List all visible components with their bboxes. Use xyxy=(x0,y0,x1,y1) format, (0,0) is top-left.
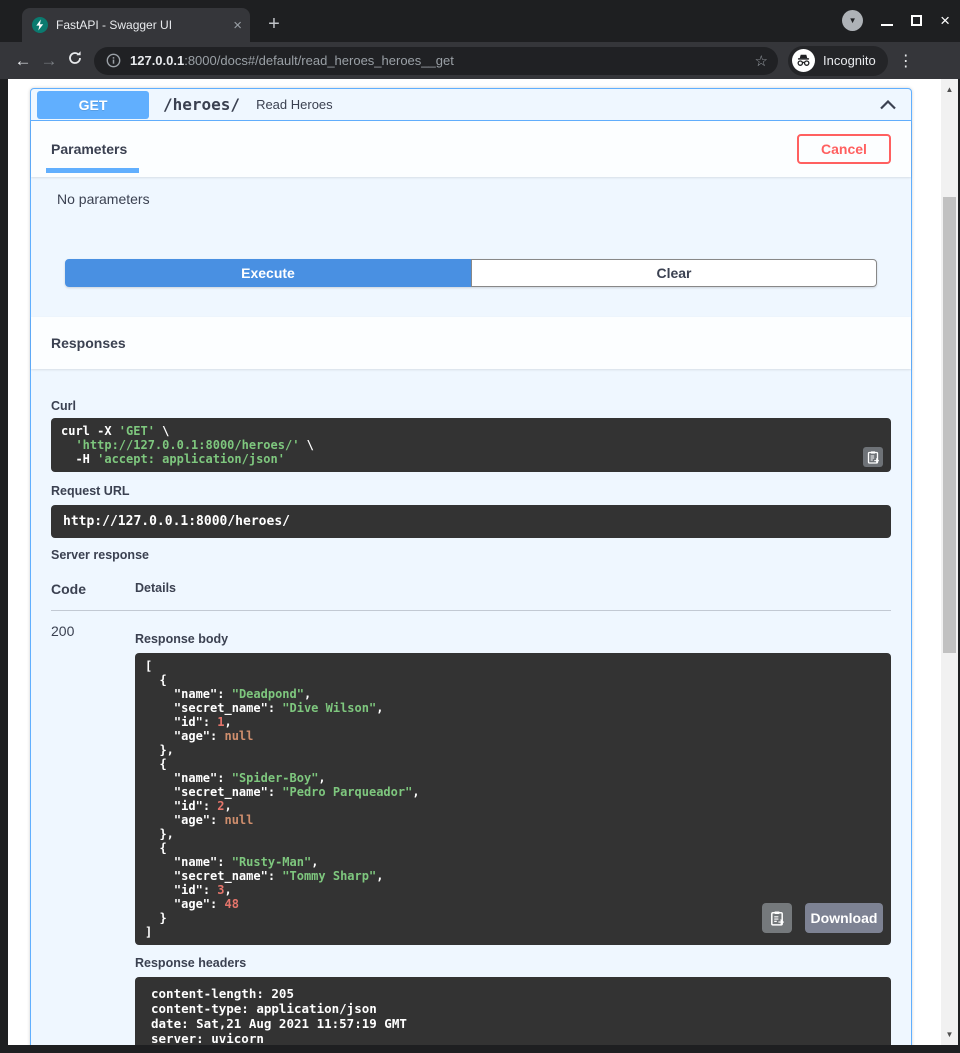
code-line: "name": "Deadpond", xyxy=(145,687,881,701)
tab-search-button[interactable]: ▼ xyxy=(842,10,863,31)
response-headers-block: content-length: 205content-type: applica… xyxy=(135,977,891,1045)
endpoint-path: /heroes/ xyxy=(163,95,240,114)
url-host: 127.0.0.1 xyxy=(130,53,184,68)
copy-curl-button[interactable] xyxy=(863,447,883,467)
code-line: "secret_name": "Tommy Sharp", xyxy=(145,869,881,883)
collapse-chevron-icon[interactable] xyxy=(879,100,897,110)
download-button[interactable]: Download xyxy=(805,903,883,933)
incognito-badge: Incognito xyxy=(788,46,888,76)
code-line: [ xyxy=(145,659,881,673)
response-body-block: [ { "name": "Deadpond", "secret_name": "… xyxy=(135,653,891,945)
back-icon[interactable]: ← xyxy=(10,51,36,71)
response-row: 200 Response body [ { "name": "Deadpond"… xyxy=(51,611,891,1045)
code-line: content-type: application/json xyxy=(151,1001,875,1016)
method-badge: GET xyxy=(37,91,149,119)
code-line: { xyxy=(145,757,881,771)
request-url-label: Request URL xyxy=(51,484,891,498)
reload-icon[interactable] xyxy=(62,50,88,71)
table-header-row: Code Details xyxy=(51,581,891,611)
code-line: "id": 1, xyxy=(145,715,881,729)
response-body-label: Response body xyxy=(135,611,891,646)
copy-response-button[interactable] xyxy=(762,903,792,933)
code-line: curl -X 'GET' \ xyxy=(61,424,855,438)
tab-strip: FastAPI - Swagger UI × + ▼ × xyxy=(0,0,960,42)
cancel-button[interactable]: Cancel xyxy=(797,134,891,164)
site-info-icon[interactable] xyxy=(106,53,121,68)
code-line: 'http://127.0.0.1:8000/heroes/' \ xyxy=(61,438,855,452)
fastapi-favicon-icon xyxy=(32,17,48,33)
code-line: "secret_name": "Pedro Parqueador", xyxy=(145,785,881,799)
incognito-icon xyxy=(792,49,815,72)
response-body-code: [ { "name": "Deadpond", "secret_name": "… xyxy=(145,659,881,939)
clear-button[interactable]: Clear xyxy=(471,259,877,287)
response-body-actions: Download xyxy=(762,903,883,933)
code-line: { xyxy=(145,841,881,855)
browser-tab[interactable]: FastAPI - Swagger UI × xyxy=(22,8,250,42)
request-url-block: http://127.0.0.1:8000/heroes/ xyxy=(51,505,891,538)
code-line: "secret_name": "Dive Wilson", xyxy=(145,701,881,715)
code-line: date: Sat,21 Aug 2021 11:57:19 GMT xyxy=(151,1016,875,1031)
minimize-button[interactable] xyxy=(881,24,893,26)
close-window-button[interactable]: × xyxy=(940,12,950,29)
new-tab-button[interactable]: + xyxy=(262,13,286,37)
parameters-header: Parameters Cancel xyxy=(31,121,911,177)
code-line: content-length: 205 xyxy=(151,986,875,1001)
code-line: "name": "Rusty-Man", xyxy=(145,855,881,869)
code-line: "age": null xyxy=(145,729,881,743)
curl-block: curl -X 'GET' \ 'http://127.0.0.1:8000/h… xyxy=(51,418,891,472)
code-line: { xyxy=(145,673,881,687)
curl-label: Curl xyxy=(51,399,891,413)
incognito-label: Incognito xyxy=(823,53,876,68)
code-line: "name": "Spider-Boy", xyxy=(145,771,881,785)
parameters-body: No parameters Execute Clear xyxy=(31,177,911,317)
browser-menu-icon[interactable]: ⋮ xyxy=(898,51,914,71)
page-scrollbar[interactable]: ▲ ▼ xyxy=(941,79,958,1045)
code-line: }, xyxy=(145,827,881,841)
responses-body: Curl curl -X 'GET' \ 'http://127.0.0.1:8… xyxy=(31,399,911,1045)
responses-title: Responses xyxy=(51,335,126,351)
code-line: "id": 2, xyxy=(145,799,881,813)
tab-title: FastAPI - Swagger UI xyxy=(56,18,227,32)
url-text[interactable]: 127.0.0.1:8000/docs#/default/read_heroes… xyxy=(130,53,749,68)
maximize-button[interactable] xyxy=(911,15,922,26)
window-controls: ▼ × xyxy=(842,10,950,31)
forward-icon[interactable]: → xyxy=(36,51,62,71)
curl-code: curl -X 'GET' \ 'http://127.0.0.1:8000/h… xyxy=(61,424,855,466)
page-viewport: GET /heroes/ Read Heroes Parameters Canc… xyxy=(8,79,941,1045)
status-code: 200 xyxy=(51,611,135,1045)
browser-toolbar: ← → 127.0.0.1:8000/docs#/default/read_he… xyxy=(0,42,960,79)
response-headers-label: Response headers xyxy=(135,956,891,970)
parameters-title: Parameters xyxy=(51,141,127,157)
execute-button[interactable]: Execute xyxy=(65,259,471,287)
address-bar[interactable]: 127.0.0.1:8000/docs#/default/read_heroes… xyxy=(94,47,778,75)
server-response-label: Server response xyxy=(51,548,891,562)
code-line: server: uvicorn xyxy=(151,1031,875,1045)
code-line: -H 'accept: application/json' xyxy=(61,452,855,466)
active-tab-underline xyxy=(46,168,139,173)
endpoint-summary: Read Heroes xyxy=(256,97,333,112)
response-details: Response body [ { "name": "Deadpond", "s… xyxy=(135,611,891,1045)
execute-group: Execute Clear xyxy=(65,259,877,287)
code-line: }, xyxy=(145,743,881,757)
code-line: "age": null xyxy=(145,813,881,827)
scrollbar-thumb[interactable] xyxy=(943,197,956,653)
code-column-header: Code xyxy=(51,581,135,597)
scroll-down-icon[interactable]: ▼ xyxy=(941,1026,958,1043)
no-parameters-text: No parameters xyxy=(31,191,911,207)
url-path: :8000/docs#/default/read_heroes_heroes__… xyxy=(184,53,454,68)
scroll-up-icon[interactable]: ▲ xyxy=(941,81,958,98)
responses-header: Responses xyxy=(31,317,911,369)
opblock-get-heroes: GET /heroes/ Read Heroes Parameters Canc… xyxy=(30,88,912,1045)
tab-close-icon[interactable]: × xyxy=(233,18,242,33)
code-line: "id": 3, xyxy=(145,883,881,897)
details-column-header: Details xyxy=(135,581,176,597)
browser-chrome: FastAPI - Swagger UI × + ▼ × ← → 127.0.0… xyxy=(0,0,960,79)
opblock-summary[interactable]: GET /heroes/ Read Heroes xyxy=(31,89,911,121)
bookmark-star-icon[interactable]: ☆ xyxy=(755,52,768,70)
server-response-table: Code Details 200 Response body [ { "name… xyxy=(51,581,891,1045)
